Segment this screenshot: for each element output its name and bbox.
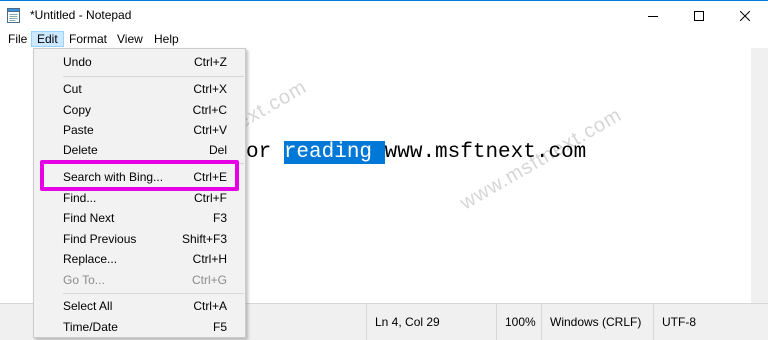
menu-item-shortcut: Ctrl+G (191, 273, 227, 287)
menu-edit[interactable]: Edit (31, 31, 64, 47)
menu-item-label: Time/Date (63, 320, 118, 334)
edit-menu-dropdown: Undo Ctrl+Z Cut Ctrl+X Copy Ctrl+C Paste Ctr… (33, 48, 246, 338)
menu-view[interactable]: View (112, 31, 148, 47)
menu-item-label: Undo (63, 55, 92, 69)
editor-text: www.msftnext.com (384, 141, 587, 164)
menu-item-shortcut: Ctrl+F (194, 191, 227, 205)
menu-item-label: Find Previous (63, 232, 137, 246)
window-title: *Untitled - Notepad (30, 8, 132, 22)
selected-text: reading (283, 141, 385, 164)
highlight-annotation (40, 160, 239, 191)
vertical-scrollbar[interactable] (751, 48, 768, 303)
menu-item-shortcut: Ctrl+C (192, 103, 227, 117)
maximize-icon (694, 10, 704, 21)
menu-item-time-date[interactable]: Time/Date F5 (34, 316, 245, 337)
menu-bar: File Edit Format View Help (0, 30, 768, 48)
menu-item-copy[interactable]: Copy Ctrl+C (34, 99, 245, 120)
menu-item-label: Select All (63, 299, 113, 313)
close-button[interactable] (722, 1, 768, 30)
status-encoding: UTF-8 (653, 304, 751, 340)
maximize-button[interactable] (676, 1, 722, 30)
menu-item-shortcut: Del (208, 143, 227, 157)
menu-item-label: Go To... (63, 273, 105, 287)
title-bar[interactable]: *Untitled - Notepad (0, 1, 768, 30)
menu-item-shortcut: F3 (212, 211, 227, 225)
menu-item-label: Replace... (63, 252, 118, 266)
menu-item-label: Paste (63, 123, 94, 137)
menu-item-shortcut: Shift+F3 (181, 232, 227, 246)
menu-separator (63, 293, 244, 294)
menu-item-go-to: Go To... Ctrl+G (34, 269, 245, 290)
menu-item-label: Copy (63, 103, 92, 117)
menu-item-shortcut: Ctrl+A (193, 299, 227, 313)
menu-item-find-previous[interactable]: Find Previous Shift+F3 (34, 228, 245, 249)
menu-item-shortcut: Ctrl+X (193, 82, 227, 96)
menu-item-replace[interactable]: Replace... Ctrl+H (34, 248, 245, 269)
status-line-ending: Windows (CRLF) (541, 304, 653, 340)
menu-item-label: Find Next (63, 211, 115, 225)
minimize-button[interactable] (630, 1, 676, 30)
menu-item-undo[interactable]: Undo Ctrl+Z (34, 51, 245, 72)
menu-file[interactable]: File (3, 31, 32, 47)
menu-item-paste[interactable]: Paste Ctrl+V (34, 119, 245, 140)
menu-item-select-all[interactable]: Select All Ctrl+A (34, 295, 245, 316)
menu-item-shortcut: Ctrl+Z (194, 55, 227, 69)
notepad-window: *Untitled - Notepad File Edit Format Vie… (0, 0, 768, 340)
minimize-icon (648, 15, 658, 17)
menu-item-shortcut: Ctrl+V (193, 123, 227, 137)
menu-item-label: Cut (63, 82, 82, 96)
menu-separator (63, 76, 244, 77)
menu-item-shortcut: Ctrl+H (192, 252, 227, 266)
close-icon (740, 10, 750, 21)
status-cursor-position: Ln 4, Col 29 (366, 304, 496, 340)
menu-item-delete[interactable]: Delete Del (34, 139, 245, 160)
status-zoom: 100% (496, 304, 541, 340)
menu-help[interactable]: Help (149, 31, 184, 47)
menu-format[interactable]: Format (64, 31, 112, 47)
menu-item-shortcut: F5 (212, 320, 227, 334)
menu-item-cut[interactable]: Cut Ctrl+X (34, 78, 245, 99)
editor-line: or reading www.msftnext.com (246, 140, 586, 166)
editor-text: or (246, 141, 284, 164)
notepad-icon (7, 8, 20, 23)
menu-item-find-next[interactable]: Find Next F3 (34, 207, 245, 228)
menu-item-label: Find... (63, 191, 97, 205)
menu-item-label: Delete (63, 143, 98, 157)
